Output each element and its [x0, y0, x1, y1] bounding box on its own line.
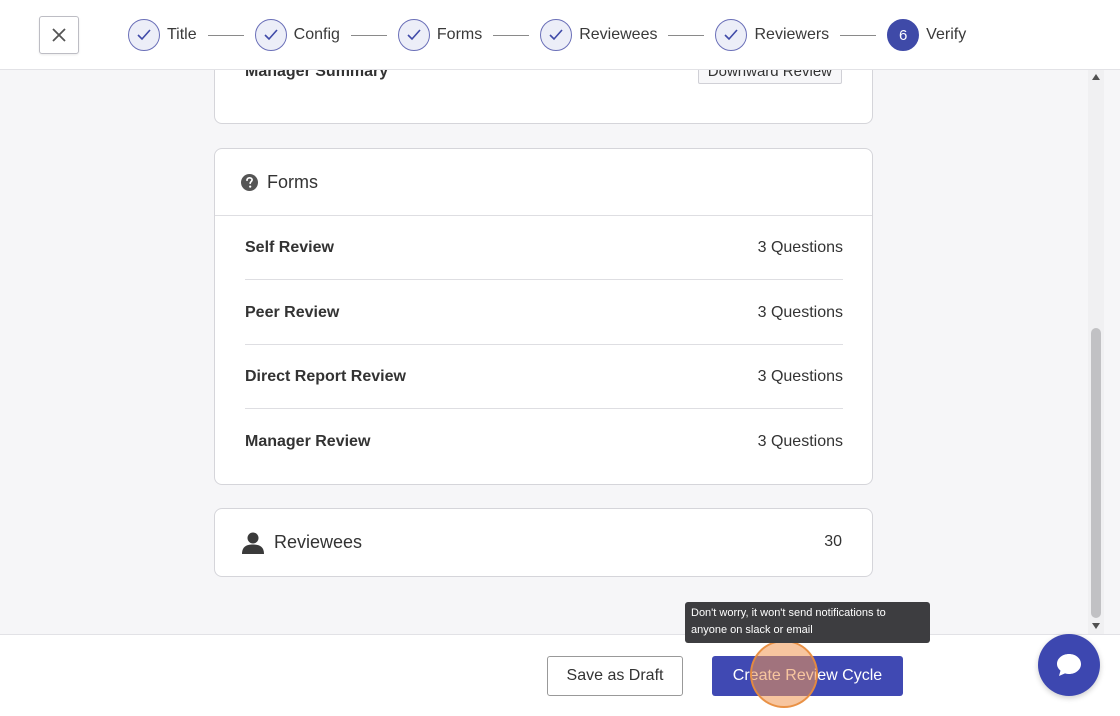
step-verify[interactable]: 6 Verify — [887, 19, 966, 51]
step-connector — [350, 34, 387, 36]
form-row: Peer Review 3 Questions — [245, 281, 843, 345]
save-draft-button[interactable]: Save as Draft — [547, 656, 683, 696]
form-name: Self Review — [245, 238, 334, 256]
form-row: Manager Review 3 Questions — [245, 410, 843, 474]
help-icon — [241, 173, 258, 191]
form-question-count: 3 Questions — [757, 367, 843, 385]
step-label: Config — [293, 26, 340, 43]
step-connector — [207, 34, 244, 36]
check-icon — [540, 19, 573, 51]
chat-icon — [1057, 654, 1081, 676]
check-icon — [128, 19, 160, 51]
form-name: Peer Review — [245, 303, 340, 321]
step-title[interactable]: Title — [128, 19, 197, 51]
review-type-tag: Downward Review — [697, 70, 842, 84]
step-reviewees[interactable]: Reviewees — [540, 19, 657, 51]
scrollbar[interactable] — [1088, 70, 1104, 634]
form-row: Direct Report Review 3 Questions — [245, 345, 843, 409]
step-label: Verify — [926, 26, 967, 43]
reviewees-title: Reviewees — [274, 532, 363, 552]
scroll-down-arrow-icon[interactable] — [1092, 623, 1100, 629]
close-icon — [52, 28, 66, 42]
form-question-count: 3 Questions — [757, 238, 843, 256]
step-forms[interactable]: Forms — [397, 19, 483, 51]
chat-launcher-button[interactable] — [1038, 634, 1100, 696]
step-label: Reviewees — [579, 26, 658, 43]
step-connector — [840, 34, 877, 36]
summary-card: Manager Summary Downward Review — [214, 70, 873, 124]
form-question-count: 3 Questions — [757, 303, 843, 321]
form-name: Direct Report Review — [245, 367, 406, 385]
check-icon — [715, 19, 748, 51]
manager-summary-label: Manager Summary — [245, 70, 389, 80]
create-review-cycle-button[interactable]: Create Review Cycle — [712, 656, 903, 696]
check-icon — [397, 19, 430, 51]
step-label: Reviewers — [754, 26, 830, 43]
close-button[interactable] — [39, 16, 79, 54]
step-config[interactable]: Config — [254, 19, 340, 51]
forms-card-header: Forms — [215, 149, 872, 216]
verify-content: Manager Summary Downward Review Forms Se… — [0, 70, 1088, 634]
step-reviewers[interactable]: Reviewers — [715, 19, 829, 51]
step-label: Forms — [436, 26, 483, 43]
forms-title: Forms — [267, 171, 318, 192]
step-connector — [668, 34, 705, 36]
wizard-header: Title Config Forms Reviewees Reviewers 6… — [0, 0, 1120, 70]
form-question-count: 3 Questions — [757, 433, 843, 450]
stepper: Title Config Forms Reviewees Reviewers 6… — [128, 19, 966, 51]
scroll-up-arrow-icon[interactable] — [1092, 74, 1100, 80]
form-name: Manager Review — [245, 433, 371, 450]
forms-card: Forms Self Review 3 Questions Peer Revie… — [214, 148, 873, 485]
step-label: Title — [167, 26, 197, 43]
scrollbar-thumb[interactable] — [1091, 328, 1101, 618]
wizard-footer: Save as Draft Create Review Cycle — [0, 634, 1120, 716]
reviewees-card: Reviewees 30 — [214, 508, 873, 577]
create-tooltip: Don't worry, it won't send notifications… — [685, 602, 930, 643]
check-icon — [254, 19, 287, 51]
reviewees-count: 30 — [824, 533, 842, 550]
user-icon — [242, 532, 264, 554]
step-number: 6 — [887, 19, 920, 51]
step-connector — [493, 34, 530, 36]
form-row: Self Review 3 Questions — [245, 216, 843, 280]
